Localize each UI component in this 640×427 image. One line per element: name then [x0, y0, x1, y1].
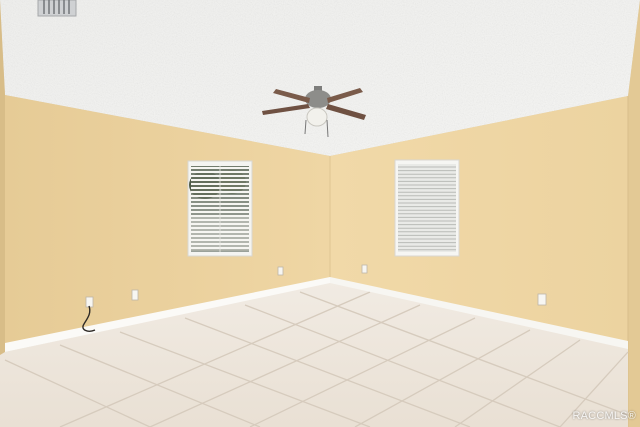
right-window-with-blinds: [394, 159, 460, 257]
watermark: RACCMLS®: [572, 410, 636, 422]
ceiling-vent: [37, 0, 77, 17]
room-photo: [0, 0, 640, 427]
left-window-with-blinds: [187, 160, 253, 257]
